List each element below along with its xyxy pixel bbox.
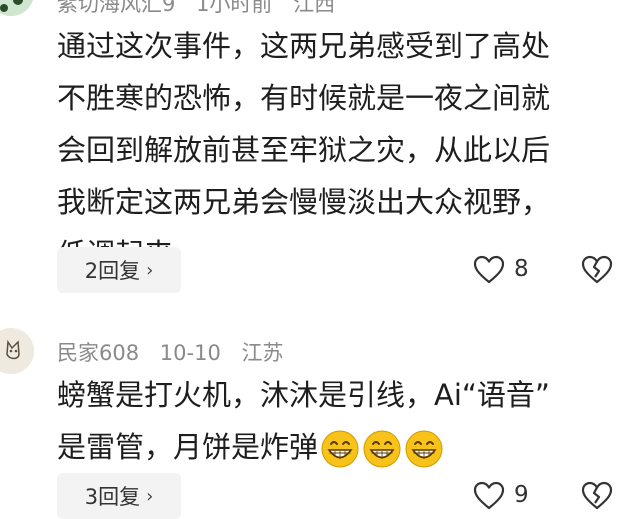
avatar[interactable]: [0, 0, 34, 16]
comment-line: 不胜寒的恐怖，有时候就是一夜之间就: [57, 81, 551, 115]
reply-button[interactable]: 3回复 ›: [57, 473, 181, 519]
comment-line: 会回到解放前甚至牢狱之灾，从此以后: [57, 133, 551, 167]
comment-line-text: 是雷管，月饼是炸弹: [57, 430, 319, 464]
broken-heart-icon[interactable]: [581, 481, 613, 511]
comment-text: 通过这次事件，这两兄弟感受到了高处 不胜寒的恐怖，有时候就是一夜之间就 会回到解…: [57, 20, 617, 280]
comment-meta: 民家608 10-10 江苏: [57, 337, 298, 367]
timestamp: 1小时前: [196, 0, 273, 16]
avatar-frog-icon: [0, 0, 34, 16]
reply-label: 3回复: [84, 485, 141, 509]
chevron-right-icon: ›: [146, 485, 154, 507]
location: 江西: [293, 0, 336, 16]
username[interactable]: 民家608: [57, 341, 139, 365]
chevron-right-icon: ›: [146, 259, 154, 281]
avatar[interactable]: [0, 328, 34, 374]
grinning-emoji-icon: [363, 430, 401, 468]
reply-label: 2回复: [84, 259, 141, 283]
heart-outline-icon[interactable]: [473, 255, 505, 285]
comment-line: 是雷管，月饼是炸弹: [57, 421, 617, 473]
location: 江苏: [241, 341, 284, 365]
broken-heart-icon[interactable]: [581, 255, 613, 285]
heart-outline-icon[interactable]: [473, 481, 505, 511]
comment-meta: 紫切海风汇9 1小时前 江西: [57, 0, 349, 18]
reply-button[interactable]: 2回复 ›: [57, 247, 181, 293]
grinning-emoji-icon: [321, 430, 359, 468]
timestamp: 10-10: [159, 341, 221, 365]
comment-line: 通过这次事件，这两兄弟感受到了高处: [57, 29, 551, 63]
comment-line: 螃蟹是打火机，沐沐是引线，Ai“语音”: [57, 378, 550, 412]
like-count: 9: [514, 482, 529, 508]
comment-line: 我断定这两兄弟会慢慢淡出大众视野，: [57, 185, 551, 219]
emoji-row: [318, 430, 444, 468]
username[interactable]: 紫切海风汇9: [57, 0, 175, 16]
like-count: 8: [514, 256, 529, 282]
grinning-emoji-icon: [405, 430, 443, 468]
avatar-cat-icon: [0, 328, 34, 374]
comment-text: 螃蟹是打火机，沐沐是引线，Ai“语音” 是雷管，月饼是炸弹: [57, 369, 617, 473]
